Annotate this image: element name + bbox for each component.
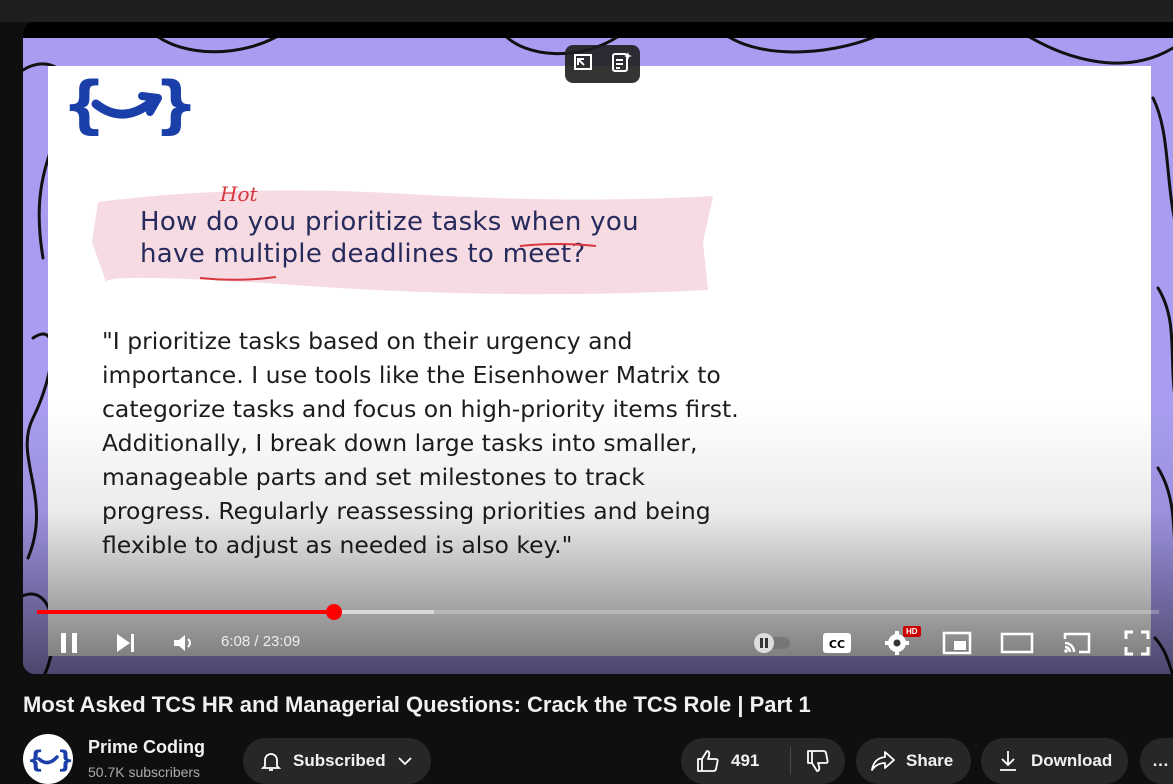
download-label: Download [1031, 751, 1113, 770]
like-button[interactable]: 491 [695, 748, 790, 774]
underline-mark [519, 243, 597, 247]
slide-question-line1: How do you prioritize tasks when you [140, 207, 639, 237]
channel-avatar-logo: { } [27, 746, 73, 774]
svg-text:}: } [154, 70, 192, 140]
fullscreen-icon [1124, 630, 1150, 656]
progress-played [37, 610, 335, 614]
time-display: 6:08 / 23:09 [221, 633, 301, 650]
cc-icon: CC [823, 633, 851, 653]
subscriber-count: 50.7K subscribers [88, 764, 201, 780]
player-controls: 6:08 / 23:09 CC HD [23, 622, 1173, 664]
settings-button[interactable]: HD [879, 622, 921, 664]
thumbs-down-icon [807, 750, 829, 772]
more-actions-button[interactable]: … [1140, 738, 1173, 784]
svg-text:}: } [57, 746, 73, 774]
download-button[interactable]: Download [981, 738, 1128, 784]
cast-button[interactable] [1059, 622, 1095, 664]
subscribed-button[interactable]: Subscribed [243, 738, 431, 784]
captions-button[interactable]: CC [819, 622, 855, 664]
theater-icon [1000, 632, 1034, 654]
channel-name[interactable]: Prime Coding [88, 737, 205, 758]
autoplay-toggle-icon [754, 633, 790, 653]
miniplayer-button[interactable] [939, 622, 975, 664]
summary-icon[interactable] [609, 50, 633, 79]
underline-mark [199, 276, 277, 281]
channel-logo: { } [62, 70, 192, 140]
cast-icon [1063, 632, 1091, 654]
share-icon [871, 751, 895, 771]
download-icon [1000, 751, 1016, 771]
avatar[interactable]: { } [23, 734, 73, 784]
like-dislike-group: 491 [681, 738, 845, 784]
fullscreen-button[interactable] [1119, 622, 1155, 664]
top-bar [0, 0, 1173, 22]
bell-icon [260, 753, 282, 771]
autoplay-toggle[interactable] [749, 622, 795, 664]
like-count: 491 [731, 751, 760, 770]
volume-icon [174, 635, 191, 651]
volume-button[interactable] [165, 622, 201, 664]
cc-label: CC [829, 638, 845, 651]
play-pause-button[interactable] [51, 622, 87, 664]
slide-annotation: Hot [220, 182, 258, 206]
dislike-button[interactable] [791, 748, 845, 774]
video-player[interactable]: { } Hot How do you prioritize tasks when… [23, 22, 1173, 674]
progress-bar[interactable] [37, 604, 1159, 620]
chevron-down-icon [397, 757, 412, 766]
slide-question: How do you prioritize tasks when you hav… [140, 206, 639, 270]
miniplayer-icon [942, 631, 972, 655]
stable-volume-icon[interactable] [572, 51, 596, 78]
share-button[interactable]: Share [856, 738, 971, 784]
player-top-actions [565, 45, 640, 83]
share-label: Share [906, 751, 954, 770]
more-label: … [1152, 751, 1169, 770]
hd-badge: HD [903, 626, 921, 637]
thumbs-up-icon [697, 750, 719, 772]
subscribed-label: Subscribed [293, 751, 386, 770]
next-button[interactable] [107, 622, 143, 664]
theater-mode-button[interactable] [997, 622, 1037, 664]
pause-icon [61, 633, 77, 653]
next-icon [117, 634, 134, 652]
video-title: Most Asked TCS HR and Managerial Questio… [23, 692, 811, 717]
